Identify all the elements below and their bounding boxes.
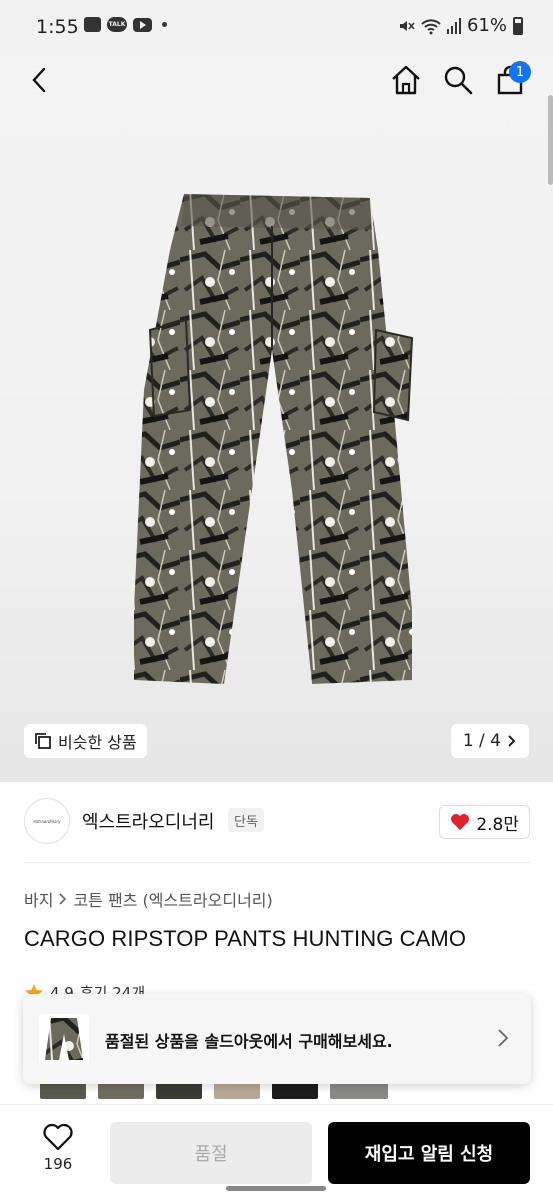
cart-count-badge: 1 [509, 61, 531, 83]
soldout-banner-text: 품절된 상품을 솔드아웃에서 구매해보세요. [105, 1032, 393, 1051]
similar-products-label: 비슷한 상품 [58, 733, 137, 752]
copy-icon [35, 733, 51, 749]
chevron-right-icon [59, 893, 67, 905]
system-status: 61% [397, 15, 523, 36]
kakaotalk-notification-icon: TALK [107, 17, 127, 32]
status-time: 1:55 [36, 16, 79, 38]
youtube-notification-icon [133, 17, 152, 32]
product-title: CARGO RIPSTOP PANTS HUNTING CAMO [24, 926, 467, 951]
brand-row: extraordinary 엑스트라오디너리 단독 2.8만 [24, 796, 530, 848]
chevron-right-icon [498, 1029, 509, 1047]
similar-products-button[interactable]: 비슷한 상품 [24, 724, 147, 758]
breadcrumb: 바지 코튼 팬츠 (엑스트라오디너리) [24, 887, 273, 911]
breadcrumb-item-cotton-pants[interactable]: 코튼 팬츠 (엑스트라오디너리) [73, 887, 272, 911]
more-notifications-icon [162, 22, 167, 27]
chevron-right-icon [508, 735, 516, 747]
wifi-icon [421, 18, 441, 34]
soldout-button: 품절 [110, 1122, 312, 1184]
battery-percent: 61% [466, 15, 507, 36]
heart-outline-icon [43, 1123, 73, 1151]
chevron-left-icon [32, 67, 46, 93]
search-button[interactable] [436, 58, 480, 102]
cart-button[interactable]: 1 [488, 58, 532, 102]
divider [24, 862, 530, 863]
mute-icon [399, 20, 415, 31]
page-indicator-text: 1 / 4 [462, 731, 501, 751]
heart-filled-icon [451, 814, 470, 830]
soldout-banner[interactable]: 품절된 상품을 솔드아웃에서 구매해보세요. [23, 994, 531, 1084]
brand-like-button[interactable]: 2.8만 [439, 805, 530, 839]
search-icon [444, 66, 473, 95]
brand-like-count: 2.8만 [476, 814, 519, 835]
brand-logo[interactable]: extraordinary [24, 798, 70, 844]
banner-product-thumbnail [39, 1014, 89, 1064]
status-bar: 1:55 TALK 61% [0, 0, 553, 55]
home-icon [392, 65, 420, 95]
favorite-count: 196 [43, 1155, 73, 1173]
restock-alert-button[interactable]: 재입고 알림 신청 [328, 1122, 530, 1184]
battery-icon [513, 16, 523, 35]
scrollbar[interactable] [548, 95, 553, 185]
home-button[interactable] [384, 58, 428, 102]
exclusive-tag: 단독 [228, 808, 264, 832]
back-button[interactable] [18, 58, 62, 102]
brand-logo-text: extraordinary [33, 818, 61, 824]
favorite-button[interactable]: 196 [30, 1123, 86, 1183]
brand-name[interactable]: 엑스트라오디너리 [82, 808, 214, 834]
image-page-indicator[interactable]: 1 / 4 [450, 724, 529, 758]
product-image[interactable] [120, 190, 420, 700]
breadcrumb-item-pants[interactable]: 바지 [24, 887, 53, 911]
top-navigation: 1 [0, 55, 553, 105]
gallery-notification-icon [84, 17, 101, 32]
home-indicator[interactable] [226, 1186, 326, 1191]
notification-icons: TALK [84, 17, 167, 32]
signal-icon [446, 17, 461, 34]
